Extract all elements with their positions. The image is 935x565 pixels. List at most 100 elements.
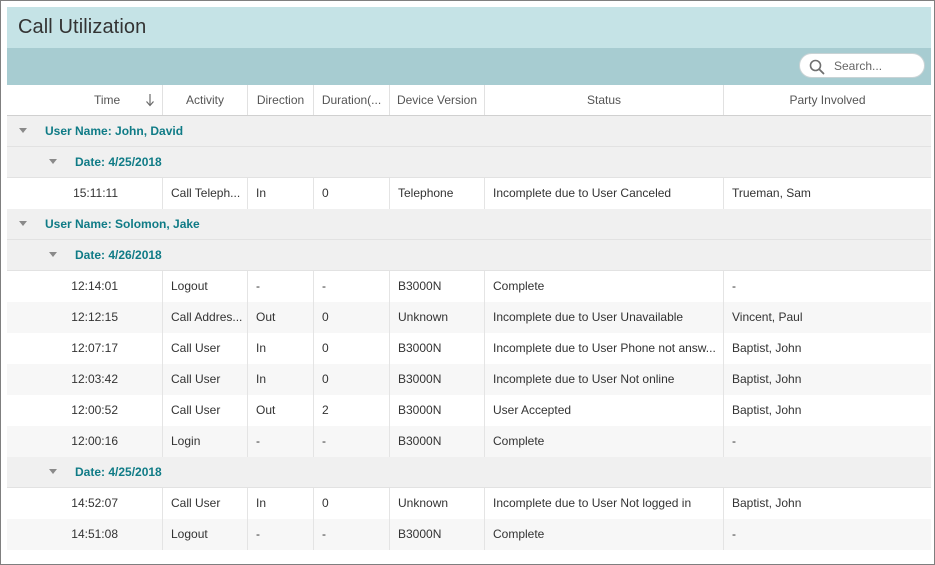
user-group-row[interactable]: User Name: John, David <box>7 116 931 147</box>
party-involved-cell: - <box>732 527 736 541</box>
activity-cell: Call User <box>163 488 248 519</box>
activity-cell: Logout <box>163 519 248 550</box>
device-version-cell: Unknown <box>390 302 485 333</box>
duration-cell: 0 <box>314 488 390 519</box>
time-cell: 12:00:16 <box>7 426 163 457</box>
sort-descending-icon[interactable] <box>145 93 155 107</box>
status-cell: Incomplete due to User Unavailable <box>485 302 724 333</box>
status-cell: Incomplete due to User Phone not answ... <box>485 333 724 364</box>
activity-cell: Call User <box>163 333 248 364</box>
grid-header: Time Activity Direction Duration(... Dev… <box>7 85 931 116</box>
time-cell: 12:14:01 <box>7 271 163 302</box>
duration-cell: 0 <box>314 364 390 395</box>
date-group-row[interactable]: Date: 4/26/2018 <box>7 240 931 271</box>
time-cell: 14:52:07 <box>7 488 163 519</box>
party-involved-cell: Baptist, John <box>732 341 802 355</box>
user-group-label: User Name: John, David <box>45 124 184 138</box>
status-cell: Complete <box>485 426 724 457</box>
column-header-status[interactable]: Status <box>485 85 724 115</box>
date-group-row[interactable]: Date: 4/25/2018 <box>7 457 931 488</box>
date-group-label: Date: 4/26/2018 <box>75 248 162 262</box>
device-version-cell: B3000N <box>390 426 485 457</box>
status-cell: Incomplete due to User Canceled <box>485 178 724 209</box>
direction-cell: - <box>248 271 314 302</box>
activity-cell: Call User <box>163 395 248 426</box>
direction-cell: In <box>248 178 314 209</box>
direction-cell: - <box>248 426 314 457</box>
direction-cell: In <box>248 333 314 364</box>
search-icon[interactable] <box>809 59 825 75</box>
duration-cell: 2 <box>314 395 390 426</box>
time-cell: 12:12:15 <box>7 302 163 333</box>
collapse-caret-icon[interactable] <box>49 159 57 164</box>
call-utilization-grid: Time Activity Direction Duration(... Dev… <box>7 85 931 563</box>
table-row[interactable]: 12:00:16 Login - - B3000N Complete - <box>7 426 931 457</box>
activity-cell: Call Teleph... <box>163 178 248 209</box>
direction-cell: Out <box>248 302 314 333</box>
time-cell: 12:00:52 <box>7 395 163 426</box>
activity-cell: Login <box>163 426 248 457</box>
direction-cell: - <box>248 519 314 550</box>
device-version-cell: B3000N <box>390 271 485 302</box>
table-row[interactable]: 14:51:08 Logout - - B3000N Complete - <box>7 519 931 550</box>
activity-cell: Call User <box>163 364 248 395</box>
time-cell: 14:51:08 <box>7 519 163 550</box>
collapse-caret-icon[interactable] <box>49 469 57 474</box>
duration-cell: 0 <box>314 178 390 209</box>
date-group-label: Date: 4/25/2018 <box>75 155 162 169</box>
column-header-device-version[interactable]: Device Version <box>390 85 485 115</box>
party-involved-cell: - <box>732 434 736 448</box>
duration-cell: 0 <box>314 302 390 333</box>
table-row[interactable]: 14:52:07 Call User In 0 Unknown Incomplete du… <box>7 488 931 519</box>
party-involved-cell: Trueman, Sam <box>732 186 811 200</box>
date-group-label: Date: 4/25/2018 <box>75 465 162 479</box>
status-cell: Complete <box>485 271 724 302</box>
call-utilization-window: Call Utilization Time Activity Direction… <box>0 0 935 565</box>
table-row[interactable]: 12:14:01 Logout - - B3000N Complete - <box>7 271 931 302</box>
collapse-caret-icon[interactable] <box>19 221 27 226</box>
activity-cell: Logout <box>163 271 248 302</box>
direction-cell: In <box>248 488 314 519</box>
collapse-caret-icon[interactable] <box>19 128 27 133</box>
table-row[interactable]: 15:11:11 Call Teleph... In 0 Telephone Incomp… <box>7 178 931 209</box>
time-cell: 12:03:42 <box>7 364 163 395</box>
search-input[interactable] <box>834 57 918 74</box>
toolbar <box>7 48 931 85</box>
duration-cell: - <box>314 426 390 457</box>
device-version-cell: B3000N <box>390 364 485 395</box>
date-group-row[interactable]: Date: 4/25/2018 <box>7 147 931 178</box>
duration-cell: 0 <box>314 333 390 364</box>
status-cell: Incomplete due to User Not logged in <box>485 488 724 519</box>
device-version-cell: Unknown <box>390 488 485 519</box>
party-involved-cell: Baptist, John <box>732 372 802 386</box>
status-cell: Complete <box>485 519 724 550</box>
duration-cell: - <box>314 271 390 302</box>
title-bar: Call Utilization <box>7 7 931 48</box>
column-header-party-involved[interactable]: Party Involved <box>724 85 931 115</box>
device-version-cell: Telephone <box>390 178 485 209</box>
column-header-activity[interactable]: Activity <box>163 85 248 115</box>
search-box[interactable] <box>799 53 925 78</box>
party-involved-cell: Vincent, Paul <box>732 310 803 324</box>
column-header-time[interactable]: Time <box>7 85 163 115</box>
activity-cell: Call Addres... <box>163 302 248 333</box>
table-row[interactable]: 12:12:15 Call Addres... Out 0 Unknown Incompl… <box>7 302 931 333</box>
column-header-time-label: Time <box>94 93 121 107</box>
time-cell: 15:11:11 <box>7 178 163 209</box>
table-row[interactable]: 12:00:52 Call User Out 2 B3000N User Accepted… <box>7 395 931 426</box>
device-version-cell: B3000N <box>390 333 485 364</box>
duration-cell: - <box>314 519 390 550</box>
device-version-cell: B3000N <box>390 395 485 426</box>
time-cell: 12:07:17 <box>7 333 163 364</box>
user-group-label: User Name: Solomon, Jake <box>45 217 200 231</box>
table-row[interactable]: 12:07:17 Call User In 0 B3000N Incomplete due… <box>7 333 931 364</box>
party-involved-cell: - <box>732 279 736 293</box>
column-header-duration[interactable]: Duration(... <box>314 85 390 115</box>
user-group-row[interactable]: User Name: Solomon, Jake <box>7 209 931 240</box>
column-header-direction[interactable]: Direction <box>248 85 314 115</box>
direction-cell: Out <box>248 395 314 426</box>
collapse-caret-icon[interactable] <box>49 252 57 257</box>
party-involved-cell: Baptist, John <box>732 496 802 510</box>
status-cell: User Accepted <box>485 395 724 426</box>
table-row[interactable]: 12:03:42 Call User In 0 B3000N Incomplete due… <box>7 364 931 395</box>
